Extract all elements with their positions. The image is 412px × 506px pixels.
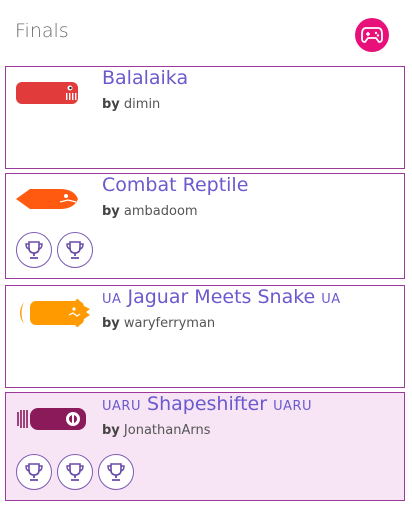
trophy-icon xyxy=(16,232,52,268)
trophy-row xyxy=(16,454,134,490)
snake-prefix-tag: UA xyxy=(102,292,122,307)
snake-byline: by JonathanArns xyxy=(102,423,210,438)
by-label: by xyxy=(102,97,120,112)
snake-prefix-tag: UARU xyxy=(102,399,141,414)
snake-avatar-shapeshifter xyxy=(17,408,86,430)
snake-name-text: Balalaika xyxy=(102,67,189,89)
gamepad-icon xyxy=(361,27,383,43)
trophy-icon xyxy=(16,454,52,490)
snake-card-jaguar-meets-snake[interactable]: UA Jaguar Meets Snake UA by waryferryman xyxy=(5,285,405,388)
trophy-icon xyxy=(98,454,134,490)
snake-avatar-jaguar-meets-snake xyxy=(20,298,90,328)
snake-byline: by dimin xyxy=(102,97,160,112)
snake-name[interactable]: UA Jaguar Meets Snake UA xyxy=(102,286,341,308)
trophy-icon xyxy=(57,232,93,268)
trophy-icon xyxy=(57,454,93,490)
snake-name[interactable]: Combat Reptile xyxy=(102,174,248,196)
author-name[interactable]: waryferryman xyxy=(124,316,215,331)
snake-byline: by waryferryman xyxy=(102,316,215,331)
page-title: Finals xyxy=(15,20,69,42)
snake-name-text: Shapeshifter xyxy=(147,393,268,415)
snake-name-text: Combat Reptile xyxy=(102,174,249,196)
snake-name-text: Jaguar Meets Snake xyxy=(127,286,316,308)
snake-avatar-combat-reptile xyxy=(16,189,78,209)
by-label: by xyxy=(102,316,120,331)
snake-name[interactable]: Balalaika xyxy=(102,67,188,89)
snake-byline: by ambadoom xyxy=(102,204,198,219)
author-name[interactable]: ambadoom xyxy=(124,204,198,219)
by-label: by xyxy=(102,423,120,438)
gamepad-button[interactable] xyxy=(355,18,389,52)
snake-avatar-balalaika xyxy=(16,82,78,104)
snake-card-balalaika[interactable]: Balalaika by dimin xyxy=(5,66,405,169)
author-name[interactable]: dimin xyxy=(124,97,160,112)
snake-suffix-tag: UA xyxy=(321,292,341,307)
author-name[interactable]: JonathanArns xyxy=(124,423,211,438)
trophy-row xyxy=(16,232,93,268)
snake-name[interactable]: UARU Shapeshifter UARU xyxy=(102,393,312,415)
snake-card-combat-reptile[interactable]: Combat Reptile by ambadoom xyxy=(5,173,405,279)
snake-suffix-tag: UARU xyxy=(273,399,313,414)
by-label: by xyxy=(102,204,120,219)
snake-card-shapeshifter[interactable]: UARU Shapeshifter UARU by JonathanArns xyxy=(5,392,405,501)
header: Finals xyxy=(0,0,412,62)
